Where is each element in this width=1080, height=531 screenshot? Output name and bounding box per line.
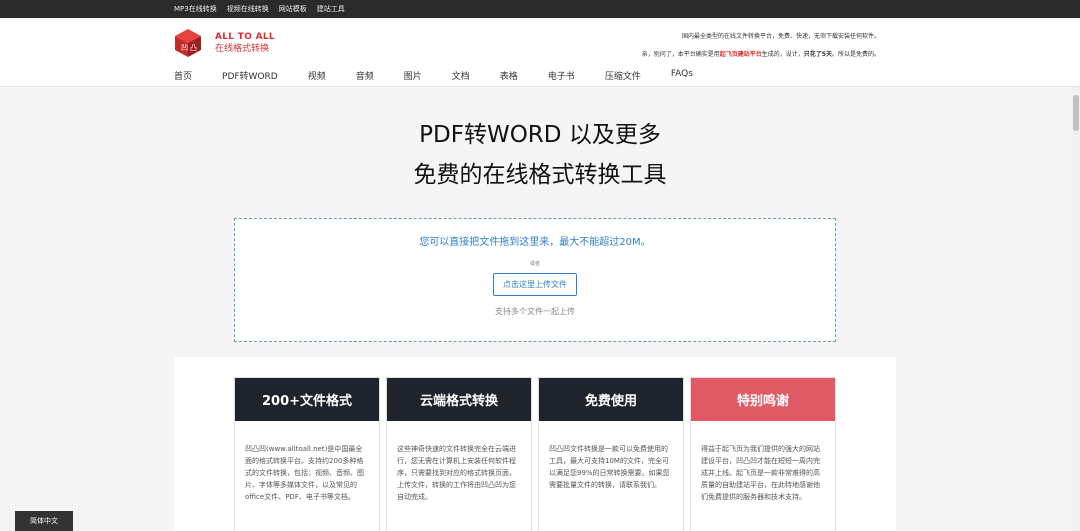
site-logo[interactable]: 凹 凸 ALL TO ALL 在线格式转换 bbox=[173, 28, 275, 58]
qifeiye-link[interactable]: 起飞页建站平台 bbox=[720, 51, 762, 58]
page-scrollbar[interactable] bbox=[1072, 87, 1080, 531]
main-nav: 首页 PDF转WORD 视频 音频 图片 文档 表格 电子书 压缩文件 FAQs bbox=[174, 69, 723, 82]
card-title: 云端格式转换 bbox=[387, 378, 531, 421]
nav-item-faqs[interactable]: FAQs bbox=[671, 69, 693, 82]
topbar-link-tools[interactable]: 建站工具 bbox=[317, 4, 345, 14]
logo-cn-text: 在线格式转换 bbox=[215, 44, 270, 54]
drop-zone-or: 或者 bbox=[529, 261, 540, 267]
svg-text:凸: 凸 bbox=[190, 44, 197, 52]
logo-en-text: ALL TO ALL bbox=[215, 32, 275, 42]
topbar-link-mp3[interactable]: MP3在线转换 bbox=[174, 4, 217, 14]
nav-item-video[interactable]: 视频 bbox=[308, 69, 326, 82]
svg-text:凹: 凹 bbox=[181, 44, 188, 52]
features-panel: 200+文件格式 凹凸凹(www.alltoall.net)是中国最全面的格式转… bbox=[174, 357, 896, 531]
nav-item-document[interactable]: 文档 bbox=[452, 69, 470, 82]
card-title: 200+文件格式 bbox=[235, 378, 379, 421]
card-body: 凹凸凹文件转换是一款可以免费使用的工具，最大可支持10M的文件，完全可以满足您9… bbox=[549, 445, 670, 489]
file-drop-zone[interactable]: 您可以直接把文件拖到这里来，最大不能超过20M。 或者 点击这里上传文件 支持多… bbox=[234, 218, 836, 342]
feature-card-thanks: 特别鸣谢 得益于起飞页为我们提供的强大的网站建设平台，凹凸凹才能在短短一周内完成… bbox=[690, 377, 836, 531]
card-body: 得益于起飞页为我们提供的强大的网站建设平台，凹凸凹才能在短短一周内完成并上线。起… bbox=[701, 445, 820, 501]
feature-card-formats: 200+文件格式 凹凸凹(www.alltoall.net)是中国最全面的格式转… bbox=[234, 377, 380, 531]
drop-zone-note: 支持多个文件一起上传 bbox=[495, 307, 575, 316]
nav-item-archive[interactable]: 压缩文件 bbox=[605, 69, 641, 82]
hero-title: PDF转WORD 以及更多 bbox=[419, 122, 661, 148]
card-body: 凹凸凹(www.alltoall.net)是中国最全面的格式转换平台。支持约20… bbox=[245, 445, 364, 501]
card-title: 特别鸣谢 bbox=[691, 378, 835, 421]
nav-item-image[interactable]: 图片 bbox=[404, 69, 422, 82]
drop-zone-instruction: 您可以直接把文件拖到这里来，最大不能超过20M。 bbox=[419, 237, 651, 248]
upload-button[interactable]: 点击这里上传文件 bbox=[493, 273, 577, 296]
top-bar: MP3在线转换 视频在线转换 网站模板 建站工具 bbox=[0, 0, 1080, 18]
nav-item-ebook[interactable]: 电子书 bbox=[548, 69, 575, 82]
hero-subtitle: 免费的在线格式转换工具 bbox=[413, 162, 667, 188]
card-title: 免费使用 bbox=[539, 378, 683, 421]
scrollbar-thumb[interactable] bbox=[1073, 95, 1079, 131]
topbar-link-templates[interactable]: 网站模板 bbox=[279, 4, 307, 14]
header-note: 亲，别问了，本平台确实是用起飞页建站平台生成的，设计，只花了5天。所以是免费的。 bbox=[641, 51, 880, 58]
feature-card-free: 免费使用 凹凸凹文件转换是一款可以免费使用的工具，最大可支持10M的文件，完全可… bbox=[538, 377, 684, 531]
feature-card-cloud: 云端格式转换 这些神奇快速的文件转换完全在云端进行，您无需在计算机上安装任何软件… bbox=[386, 377, 532, 531]
main-content: PDF转WORD 以及更多 免费的在线格式转换工具 您可以直接把文件拖到这里来，… bbox=[0, 86, 1080, 531]
header-tagline: 国内最全类型的在线文件转换平台，免费、快速，无须下载安装任何软件。 bbox=[681, 33, 880, 40]
nav-item-home[interactable]: 首页 bbox=[174, 69, 192, 82]
language-switcher[interactable]: 简体中文 bbox=[15, 511, 73, 531]
cube-logo-icon: 凹 凸 bbox=[173, 28, 203, 58]
nav-item-spreadsheet[interactable]: 表格 bbox=[500, 69, 518, 82]
card-body: 这些神奇快速的文件转换完全在云端进行，您无需在计算机上安装任何软件程序，只需要找… bbox=[397, 445, 516, 501]
site-header: 凹 凸 ALL TO ALL 在线格式转换 国内最全类型的在线文件转换平台，免费… bbox=[0, 18, 1080, 86]
nav-item-audio[interactable]: 音频 bbox=[356, 69, 374, 82]
topbar-link-video[interactable]: 视频在线转换 bbox=[227, 4, 269, 14]
nav-item-pdf-to-word[interactable]: PDF转WORD bbox=[222, 69, 278, 82]
